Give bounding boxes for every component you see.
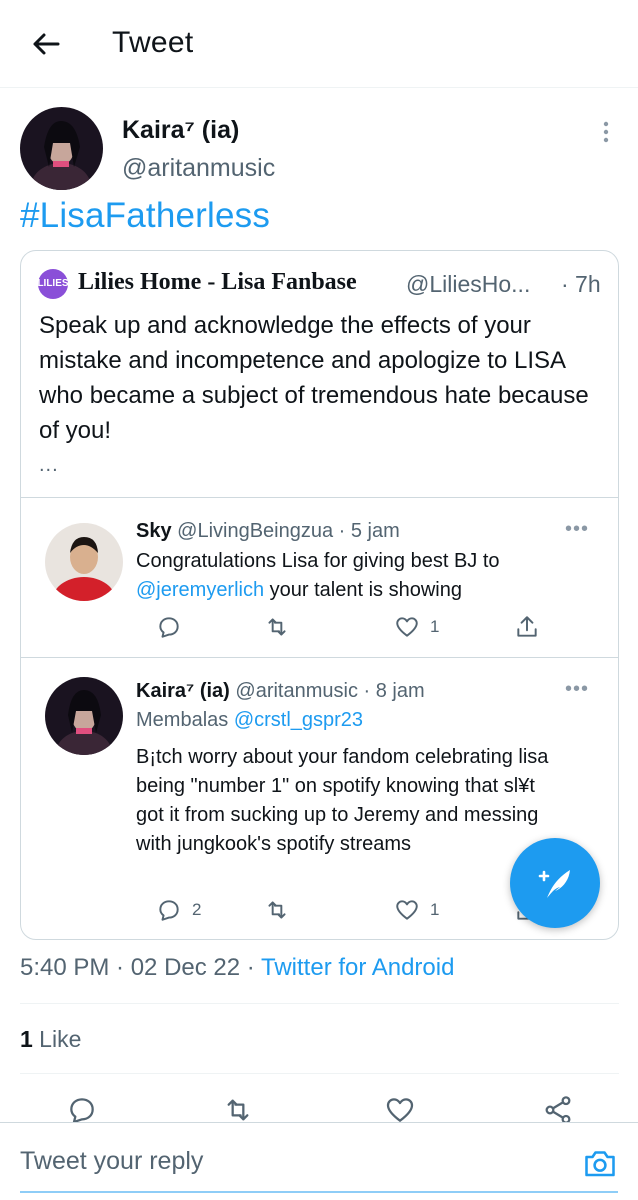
- quote-time: · 7h: [561, 271, 601, 297]
- like-button[interactable]: 1: [394, 897, 439, 923]
- reply-author-name[interactable]: Kaira⁷ (ia): [136, 680, 230, 702]
- compose-button[interactable]: [510, 838, 600, 928]
- likes-label: Like: [32, 1026, 82, 1052]
- share-icon: [517, 616, 537, 637]
- reply-author-name[interactable]: Sky: [136, 520, 172, 542]
- camera-button[interactable]: [582, 1145, 618, 1181]
- likes-summary[interactable]: 1 Like: [20, 1026, 81, 1053]
- share-button[interactable]: [514, 614, 540, 640]
- avatar[interactable]: [45, 523, 123, 601]
- heart-icon: [396, 617, 418, 637]
- more-horizontal-icon[interactable]: •••: [565, 678, 589, 701]
- page-title: Tweet: [112, 26, 194, 59]
- quote-author-logo: LILIES: [37, 269, 69, 299]
- like-button[interactable]: 1: [394, 614, 439, 640]
- reply-item[interactable]: Sky @LivingBeingzua · 5 jam ••• Congratu…: [21, 498, 618, 658]
- quote-author-name: Lilies Home - Lisa Fanbase: [78, 269, 357, 295]
- author-name[interactable]: Kaira⁷ (ia): [122, 116, 239, 145]
- comment-count: 2: [192, 900, 202, 919]
- like-count: 1: [430, 900, 440, 919]
- tweet-timestamp: 5:40 PM · 02 Dec 22 ·: [20, 954, 262, 981]
- comment-icon: [159, 617, 179, 638]
- replying-to: Membalas @crstl_gspr23: [136, 709, 363, 732]
- retweet-button[interactable]: [264, 897, 300, 923]
- reply-text: B¡tch worry about your fandom celebratin…: [136, 746, 549, 855]
- divider: [20, 1003, 619, 1004]
- tweet-metadata: 5:40 PM · 02 Dec 22 · Twitter for Androi…: [20, 954, 454, 982]
- camera-icon: [585, 1151, 615, 1177]
- mention-link[interactable]: @crstl_gspr23: [234, 709, 363, 731]
- retweet-button[interactable]: [264, 614, 300, 640]
- replying-to-prefix: Membalas: [136, 709, 234, 731]
- quote-text: Speak up and acknowledge the effects of …: [39, 312, 589, 444]
- back-button[interactable]: [26, 24, 66, 64]
- retweet-icon: [268, 901, 286, 919]
- comment-button[interactable]: 2: [156, 897, 201, 923]
- retweet-icon: [268, 618, 286, 636]
- more-options-button[interactable]: [596, 118, 616, 148]
- reply-actions: 1: [136, 614, 596, 644]
- more-horizontal-icon[interactable]: •••: [565, 518, 589, 541]
- reply-text: Congratulations Lisa for giving best BJ …: [136, 547, 576, 605]
- reply-composer: Tweet your reply: [0, 1122, 638, 1200]
- comment-icon: [159, 900, 179, 921]
- tweet-hashtag[interactable]: #LisaFatherless: [20, 196, 270, 236]
- quote-author-handle: @LiliesHo...: [406, 271, 531, 297]
- author-handle[interactable]: @aritanmusic: [122, 154, 275, 183]
- arrow-left-icon: [33, 33, 60, 55]
- heart-icon: [396, 900, 418, 920]
- reply-text-part: your talent is showing: [264, 579, 462, 601]
- author-avatar[interactable]: [20, 107, 103, 190]
- likes-count: 1: [20, 1026, 33, 1052]
- quoted-tweet-card[interactable]: LILIES Lilies Home - Lisa Fanbase @Lilie…: [20, 250, 619, 940]
- reply-author-handle[interactable]: @aritanmusic · 8 jam: [230, 680, 424, 702]
- reply-input-underline: [20, 1191, 618, 1193]
- avatar[interactable]: [45, 677, 123, 755]
- mention-link[interactable]: @jeremyerlich: [136, 579, 264, 601]
- reply-author-handle[interactable]: @LivingBeingzua · 5 jam: [172, 520, 400, 542]
- divider: [20, 1073, 619, 1074]
- top-app-bar: Tweet: [0, 0, 638, 88]
- more-vertical-icon: [603, 121, 609, 143]
- tweet-client-link[interactable]: Twitter for Android: [261, 954, 454, 981]
- compose-feather-icon: [538, 870, 570, 898]
- quote-ellipsis: ...: [39, 454, 59, 476]
- reply-text-part: Congratulations Lisa for giving best BJ …: [136, 550, 500, 572]
- comment-button[interactable]: [156, 614, 192, 640]
- reply-input[interactable]: Tweet your reply: [20, 1147, 203, 1176]
- like-count: 1: [430, 617, 440, 636]
